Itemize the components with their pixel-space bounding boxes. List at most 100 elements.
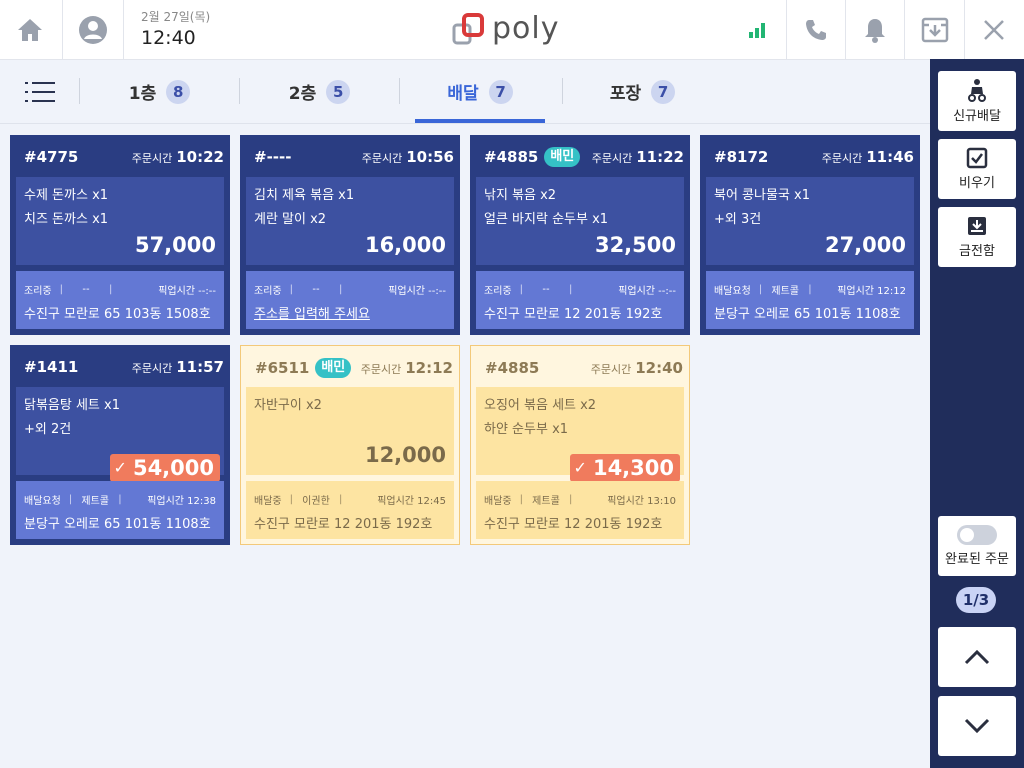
order-time: 10:22	[176, 148, 224, 166]
tab-label: 2층	[288, 84, 317, 104]
pickup-time: 픽업시간 13:10	[607, 496, 676, 507]
pickup-time: 픽업시간 --:--	[158, 286, 216, 297]
order-number: #4885	[485, 359, 540, 377]
order-time-label: 주문시간	[131, 152, 173, 165]
delivery-address: 분당구 오레로 65 101동 1108호	[714, 307, 901, 322]
phone-icon	[806, 19, 826, 40]
order-time: 11:22	[636, 148, 684, 166]
checkbox-icon	[966, 147, 988, 169]
order-number: #1411	[24, 358, 79, 376]
signal-icon	[749, 22, 765, 38]
button-label: 신규배달	[953, 109, 1001, 124]
right-sidebar: 신규배달 비우기 금전함 완료된 주문 1/3	[930, 59, 1024, 768]
tab-takeout[interactable]: 포장 7	[563, 60, 722, 123]
tab-label: 배달	[447, 84, 479, 104]
chevron-down-icon	[964, 718, 990, 734]
order-item: 계란 말이 x2	[254, 212, 327, 227]
app-logo: poly	[452, 12, 560, 46]
pickup-time: 픽업시간 12:38	[147, 496, 216, 507]
order-item: 김치 제육 볶음 x1	[254, 188, 355, 203]
order-time-label: 주문시간	[360, 363, 402, 376]
order-card[interactable]: #4885 배민 주문시간 11:22 낚지 볶음 x2 얼큰 바지락 순두부 x1 32…	[470, 135, 690, 335]
account-icon	[79, 15, 107, 44]
order-time-label: 주문시간	[131, 362, 173, 375]
menu-button[interactable]	[20, 74, 60, 110]
paid-price-badge: ✓ 14,300	[569, 454, 680, 482]
order-price: 32,500	[594, 233, 676, 257]
order-status: 조리중	[254, 286, 282, 297]
driver-name: --	[312, 284, 320, 295]
order-card[interactable]: #---- 주문시간 10:56 김치 제육 볶음 x1 계란 말이 x2 16,000…	[240, 135, 460, 335]
order-number: #4885	[484, 148, 539, 166]
order-time: 11:57	[176, 358, 224, 376]
driver-name: --	[82, 284, 90, 295]
hamburger-menu-icon	[25, 82, 55, 102]
tab-count-badge: 7	[651, 79, 676, 104]
order-time: 11:46	[866, 148, 914, 166]
order-item: 닭볶음탕 세트 x1	[24, 398, 120, 413]
delivery-address: 수진구 모란로 65 103동 1508호	[24, 307, 211, 322]
cash-drawer-button[interactable]: 금전함	[938, 207, 1016, 267]
order-item: 자반구이 x2	[254, 398, 322, 413]
tab-1f[interactable]: 1층 8	[80, 60, 239, 123]
download-button[interactable]	[905, 0, 965, 59]
order-card[interactable]: #1411 주문시간 11:57 닭볶음탕 세트 x1 +외 2건 ✓ 54,000 배달…	[10, 345, 230, 545]
tab-2f[interactable]: 2층 5	[240, 60, 399, 123]
account-button[interactable]	[63, 0, 123, 59]
logo-text: poly	[492, 11, 560, 46]
page-up-button[interactable]	[938, 627, 1016, 687]
current-date: 2월 27일(목)	[141, 10, 211, 24]
order-item: 수제 돈까스 x1	[24, 188, 109, 203]
order-status: 배달요청	[714, 286, 751, 297]
close-button[interactable]	[964, 0, 1024, 59]
tab-label: 1층	[128, 84, 157, 104]
chevron-up-icon	[964, 649, 990, 665]
driver-name: --	[542, 284, 550, 295]
toggle-knob	[960, 528, 974, 542]
order-status: 조리중	[24, 286, 52, 297]
order-card[interactable]: #4775 주문시간 10:22 수제 돈까스 x1 치즈 돈까스 x1 57,000 …	[10, 135, 230, 335]
clear-button[interactable]: 비우기	[938, 139, 1016, 199]
pickup-time: 픽업시간 --:--	[618, 286, 676, 297]
order-card[interactable]: #8172 주문시간 11:46 북어 콩나물국 x1 +외 3건 27,000 배달요…	[700, 135, 920, 335]
completed-orders-toggle[interactable]: 완료된 주문	[938, 516, 1016, 576]
driver-name: 제트콜	[771, 286, 799, 297]
new-delivery-button[interactable]: 신규배달	[938, 71, 1016, 131]
address-input-link[interactable]: 주소를 입력해 주세요	[254, 303, 370, 322]
baemin-badge: 배민	[315, 358, 352, 378]
order-number: #----	[254, 148, 292, 166]
order-item: +외 3건	[714, 212, 762, 227]
page-down-button[interactable]	[938, 696, 1016, 756]
delivery-address: 수진구 모란로 12 201동 192호	[484, 307, 663, 322]
pickup-time: 픽업시간 --:--	[388, 286, 446, 297]
poly-logo-icon	[452, 13, 484, 45]
close-icon	[984, 19, 1004, 40]
home-icon	[18, 18, 42, 41]
home-button[interactable]	[0, 0, 60, 59]
order-number: #4775	[24, 148, 79, 166]
button-label: 금전함	[959, 244, 995, 259]
delivery-address: 수진구 모란로 12 201동 192호	[484, 517, 663, 532]
order-card[interactable]: #6511 배민 주문시간 12:12 자반구이 x2 12,000 배달중 | 이권한 | 픽…	[240, 345, 460, 545]
current-time: 12:40	[141, 27, 196, 49]
order-card[interactable]: #4885 주문시간 12:40 오징어 볶음 세트 x2 하얀 순두부 x1 ✓ 14,…	[470, 345, 690, 545]
order-time-label: 주문시간	[821, 152, 863, 165]
order-price: 27,000	[824, 233, 906, 257]
delivery-rider-icon	[968, 79, 986, 102]
order-item: 오징어 볶음 세트 x2	[484, 398, 597, 413]
divider	[123, 0, 124, 59]
order-status: 조리중	[484, 286, 512, 297]
order-status: 배달중	[484, 496, 512, 507]
tab-delivery[interactable]: 배달 7	[415, 60, 545, 123]
check-icon: ✓	[573, 458, 587, 477]
bell-icon	[865, 18, 885, 43]
order-time: 10:56	[406, 148, 454, 166]
order-number: #6511	[255, 359, 310, 377]
cash-drawer-icon	[968, 217, 986, 235]
order-time: 12:12	[405, 359, 453, 377]
baemin-badge: 배민	[544, 147, 581, 167]
phone-button[interactable]	[786, 0, 846, 59]
notification-button[interactable]	[845, 0, 905, 59]
driver-name: 제트콜	[81, 496, 109, 507]
toggle-switch[interactable]	[957, 525, 997, 545]
